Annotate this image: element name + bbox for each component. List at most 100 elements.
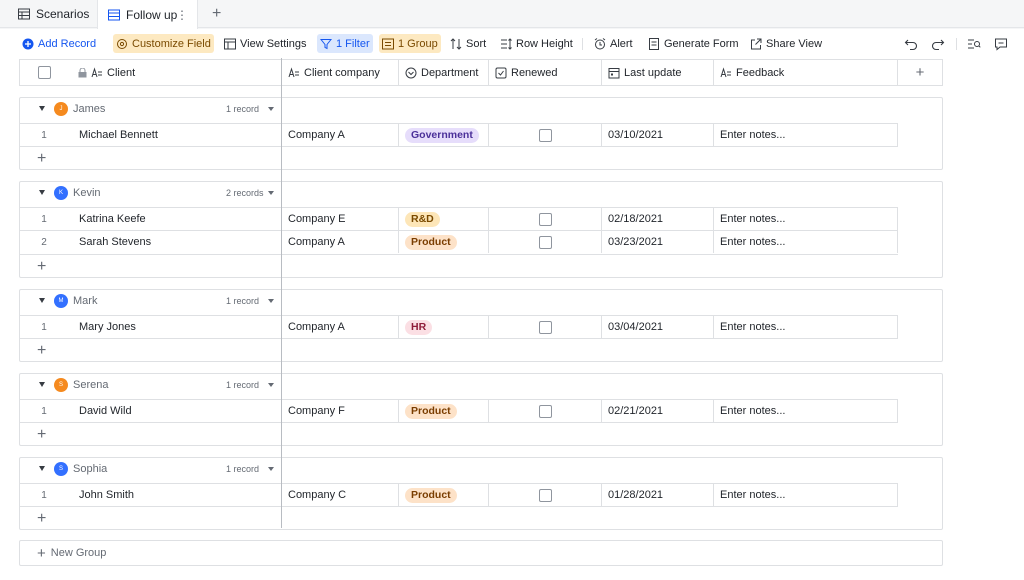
table-row[interactable]: 2 Sarah Stevens Company A Product 03/23/2021… (20, 231, 898, 255)
last-update-cell[interactable]: 03/10/2021 (602, 124, 714, 146)
plus-circle-icon (22, 38, 34, 49)
last-update-cell[interactable]: 03/04/2021 (602, 316, 714, 338)
group-name: Serena (73, 379, 109, 391)
collapse-caret-icon[interactable] (39, 382, 45, 387)
add-record-button[interactable]: Add Record (19, 34, 99, 53)
feedback-cell[interactable]: Enter notes... (714, 208, 898, 230)
add-column-button[interactable]: + (898, 60, 942, 85)
table-row[interactable]: 1 John Smith Company C Product 01/28/2021 Ent… (20, 483, 898, 507)
column-header-company[interactable]: Client company (282, 60, 399, 85)
dropdown-caret-icon[interactable] (268, 383, 274, 387)
group-button[interactable]: 1 Group (379, 34, 441, 53)
view-settings-button[interactable]: View Settings (221, 34, 309, 53)
last-update-cell[interactable]: 03/23/2021 (602, 231, 714, 253)
add-row-button[interactable]: + (37, 151, 51, 167)
grid-view-icon (108, 9, 120, 20)
collapse-caret-icon[interactable] (39, 106, 45, 111)
renewed-cell[interactable] (489, 484, 602, 506)
redo-icon[interactable] (930, 36, 946, 52)
company-cell[interactable]: Company E (282, 208, 399, 230)
collapse-caret-icon[interactable] (39, 298, 45, 303)
collapse-caret-icon[interactable] (39, 466, 45, 471)
add-tab-button[interactable]: + (212, 0, 221, 28)
group-header[interactable]: S Sophia 1 record (20, 458, 282, 483)
generate-form-button[interactable]: Generate Form (645, 34, 742, 53)
feedback-cell[interactable]: Enter notes... (714, 124, 898, 146)
column-header-client[interactable]: Client (68, 60, 282, 85)
table-row[interactable]: 1 Mary Jones Company A HR 03/04/2021 Enter no… (20, 315, 898, 339)
dropdown-caret-icon[interactable] (268, 467, 274, 471)
sort-button[interactable]: Sort (447, 34, 489, 53)
renewed-checkbox[interactable] (538, 235, 552, 249)
share-view-button[interactable]: Share View (747, 34, 825, 53)
client-cell[interactable]: Michael Bennett (68, 124, 282, 146)
tab-scenarios[interactable]: Scenarios (18, 0, 89, 28)
select-all-checkbox[interactable] (37, 66, 51, 79)
client-cell[interactable]: Sarah Stevens (68, 231, 282, 253)
renewed-checkbox[interactable] (538, 404, 552, 418)
renewed-cell[interactable] (489, 316, 602, 338)
avatar: S (54, 378, 68, 392)
renewed-cell[interactable] (489, 231, 602, 253)
department-cell[interactable]: HR (399, 316, 489, 338)
feedback-cell[interactable]: Enter notes... (714, 316, 898, 338)
add-row-button[interactable]: + (37, 511, 51, 527)
table-row[interactable]: 1 David Wild Company F Product 02/21/2021 Ent… (20, 399, 898, 423)
dropdown-caret-icon[interactable] (268, 191, 274, 195)
filter-button[interactable]: 1 Filter (317, 34, 373, 53)
renewed-checkbox[interactable] (538, 128, 552, 142)
company-cell[interactable]: Company C (282, 484, 399, 506)
group-header[interactable]: M Mark 1 record (20, 290, 282, 315)
add-row-button[interactable]: + (37, 259, 51, 275)
client-cell[interactable]: Mary Jones (68, 316, 282, 338)
single-select-icon (405, 67, 417, 78)
alert-button[interactable]: Alert (591, 34, 636, 53)
add-row-button[interactable]: + (37, 343, 51, 359)
search-records-icon[interactable] (966, 36, 982, 52)
renewed-cell[interactable] (489, 208, 602, 230)
table-row[interactable]: 1 Katrina Keefe Company E R&D 02/18/2021 Ente… (20, 207, 898, 231)
group-header[interactable]: J James 1 record (20, 98, 282, 123)
company-cell[interactable]: Company A (282, 124, 399, 146)
client-cell[interactable]: John Smith (68, 484, 282, 506)
last-update-cell[interactable]: 01/28/2021 (602, 484, 714, 506)
column-header-feedback[interactable]: Feedback (714, 60, 898, 85)
department-cell[interactable]: Government (399, 124, 489, 146)
renewed-checkbox[interactable] (538, 320, 552, 334)
column-header-department[interactable]: Department (399, 60, 489, 85)
tab-follow-up[interactable]: Follow up ⋮ (97, 0, 198, 29)
department-cell[interactable]: Product (399, 400, 489, 422)
add-row-button[interactable]: + (37, 427, 51, 443)
renewed-checkbox[interactable] (538, 488, 552, 502)
renewed-cell[interactable] (489, 124, 602, 146)
more-vertical-icon[interactable]: ⋮ (176, 8, 188, 22)
dropdown-caret-icon[interactable] (268, 107, 274, 111)
collapse-caret-icon[interactable] (39, 190, 45, 195)
feedback-cell[interactable]: Enter notes... (714, 400, 898, 422)
column-header-last-update[interactable]: Last update (602, 60, 714, 85)
feedback-cell[interactable]: Enter notes... (714, 231, 898, 253)
renewed-cell[interactable] (489, 400, 602, 422)
column-header-renewed[interactable]: Renewed (489, 60, 602, 85)
last-update-cell[interactable]: 02/18/2021 (602, 208, 714, 230)
feedback-cell[interactable]: Enter notes... (714, 484, 898, 506)
new-group-button[interactable]: + New Group (19, 540, 943, 566)
company-cell[interactable]: Company F (282, 400, 399, 422)
dropdown-caret-icon[interactable] (268, 299, 274, 303)
client-cell[interactable]: Katrina Keefe (68, 208, 282, 230)
undo-icon[interactable] (903, 36, 919, 52)
company-cell[interactable]: Company A (282, 231, 399, 253)
client-cell[interactable]: David Wild (68, 400, 282, 422)
renewed-checkbox[interactable] (538, 212, 552, 226)
last-update-cell[interactable]: 02/21/2021 (602, 400, 714, 422)
group-header[interactable]: S Serena 1 record (20, 374, 282, 399)
department-cell[interactable]: Product (399, 231, 489, 253)
company-cell[interactable]: Company A (282, 316, 399, 338)
group-header[interactable]: K Kevin 2 records (20, 182, 282, 207)
department-cell[interactable]: Product (399, 484, 489, 506)
table-row[interactable]: 1 Michael Bennett Company A Government 03/10… (20, 123, 898, 147)
customize-field-button[interactable]: Customize Field (113, 34, 214, 53)
department-cell[interactable]: R&D (399, 208, 489, 230)
row-height-button[interactable]: Row Height (497, 34, 576, 53)
comment-icon[interactable] (993, 36, 1009, 52)
